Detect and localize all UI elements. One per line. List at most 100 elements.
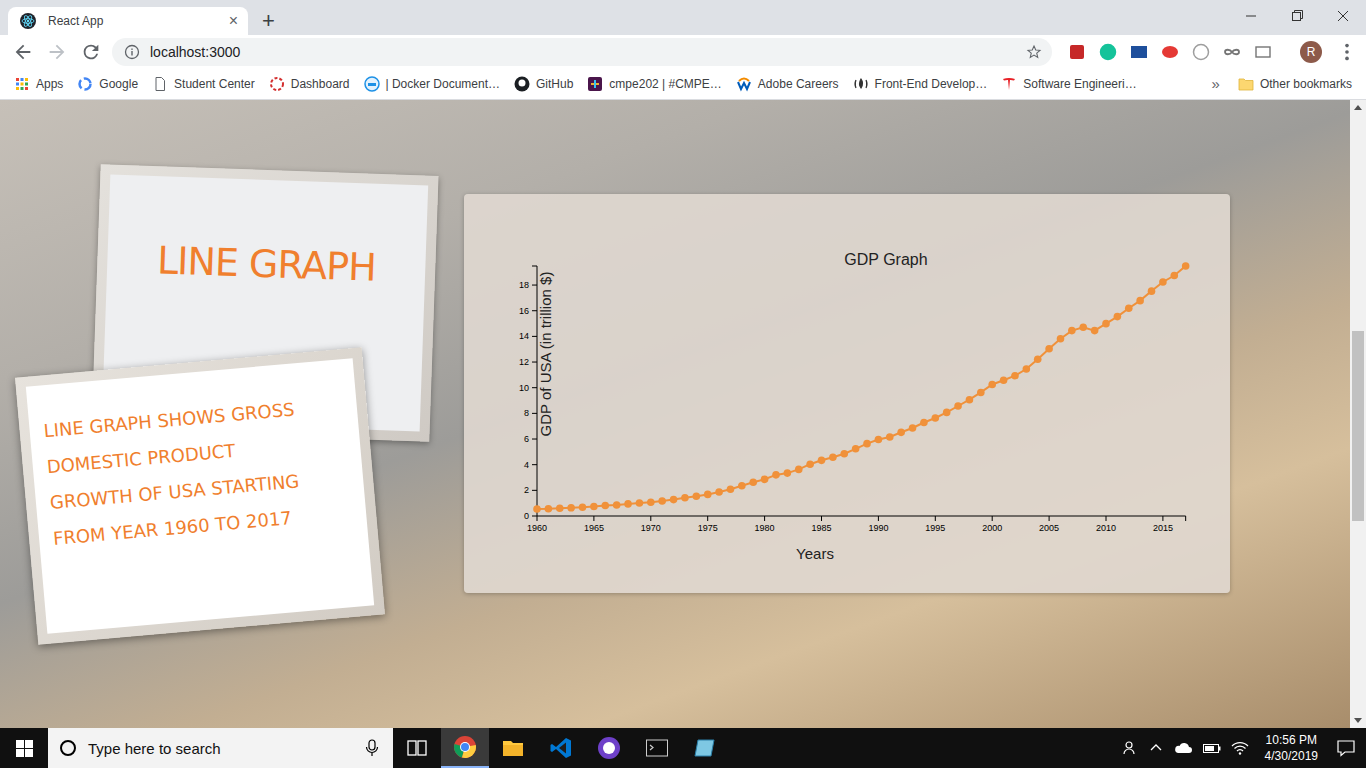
data-point[interactable] (943, 409, 951, 417)
taskbar-app[interactable] (585, 728, 633, 768)
data-point[interactable] (693, 492, 701, 500)
bookmark[interactable]: GitHub (514, 76, 573, 92)
data-point[interactable] (704, 491, 712, 499)
address-bar[interactable]: localhost:3000 (112, 38, 1052, 66)
data-point[interactable] (1102, 320, 1110, 328)
data-point[interactable] (715, 488, 723, 496)
data-point[interactable] (852, 445, 860, 453)
data-point[interactable] (727, 485, 735, 493)
data-point[interactable] (636, 499, 644, 507)
bookmark[interactable]: Google (77, 76, 138, 92)
taskbar-app[interactable] (537, 728, 585, 768)
battery-icon[interactable] (1202, 740, 1222, 756)
more-bookmarks-button[interactable]: » (1212, 75, 1220, 92)
close-icon[interactable] (1320, 0, 1366, 32)
people-icon[interactable] (1123, 740, 1139, 756)
data-point[interactable] (1114, 313, 1122, 321)
data-point[interactable] (1091, 327, 1099, 335)
data-point[interactable] (590, 503, 598, 511)
forward-arrow-icon[interactable] (44, 39, 70, 65)
data-point[interactable] (784, 469, 792, 477)
data-point[interactable] (647, 498, 655, 506)
data-point[interactable] (818, 457, 826, 465)
data-point[interactable] (897, 429, 905, 437)
bookmark[interactable]: | Docker Document… (364, 76, 501, 92)
data-point[interactable] (886, 433, 894, 441)
data-point[interactable] (863, 440, 871, 448)
chevron-up-icon[interactable] (1148, 740, 1164, 756)
cloud-icon[interactable] (1173, 740, 1193, 756)
data-point[interactable] (988, 381, 996, 389)
data-point[interactable] (658, 497, 666, 505)
data-point[interactable] (1045, 345, 1053, 353)
data-point[interactable] (1159, 278, 1167, 286)
data-point[interactable] (932, 414, 940, 422)
data-point[interactable] (601, 502, 609, 510)
data-point[interactable] (533, 505, 541, 513)
data-point[interactable] (545, 505, 553, 513)
data-point[interactable] (1182, 262, 1190, 270)
bookmark[interactable]: Adobe Careers (736, 76, 839, 92)
data-point[interactable] (1000, 376, 1008, 384)
data-point[interactable] (670, 496, 678, 504)
taskbar-app[interactable] (393, 728, 441, 768)
data-point[interactable] (738, 482, 746, 490)
notification-button[interactable] (1326, 728, 1366, 768)
data-point[interactable] (806, 460, 814, 468)
bookmark[interactable]: Student Center (152, 76, 255, 92)
data-point[interactable] (977, 389, 985, 397)
new-tab-button[interactable]: + (262, 10, 275, 32)
bookmark[interactable]: Software Engineeri… (1001, 76, 1136, 92)
minimize-icon[interactable] (1228, 0, 1274, 32)
taskbar-app[interactable] (633, 728, 681, 768)
data-point[interactable] (829, 453, 837, 461)
data-point[interactable] (1011, 372, 1019, 380)
profile-avatar[interactable]: R (1300, 41, 1322, 63)
extension-icon[interactable] (1130, 43, 1148, 61)
data-point[interactable] (624, 500, 632, 508)
search-box[interactable]: Type here to search (48, 728, 393, 768)
data-point[interactable] (795, 466, 803, 474)
data-point[interactable] (613, 501, 621, 509)
data-point[interactable] (909, 424, 917, 432)
extension-icon[interactable] (1161, 43, 1179, 61)
data-point[interactable] (954, 402, 962, 410)
data-point[interactable] (1057, 335, 1065, 343)
data-point[interactable] (681, 494, 689, 502)
scrollbar-thumb[interactable] (1352, 331, 1364, 522)
info-icon[interactable] (124, 44, 140, 60)
scroll-down-icon[interactable] (1350, 712, 1366, 728)
data-point[interactable] (966, 396, 974, 404)
extension-icon[interactable] (1254, 43, 1272, 61)
reload-icon[interactable] (78, 39, 104, 65)
extension-icon[interactable] (1099, 43, 1117, 61)
taskbar-app[interactable] (489, 728, 537, 768)
extension-icon[interactable] (1192, 43, 1210, 61)
data-point[interactable] (1125, 304, 1133, 312)
taskbar-app[interactable] (681, 728, 729, 768)
wifi-icon[interactable] (1231, 740, 1249, 756)
back-arrow-icon[interactable] (10, 39, 36, 65)
other-bookmarks[interactable]: Other bookmarks (1238, 76, 1352, 92)
bookmark[interactable]: Dashboard (269, 76, 350, 92)
tab-close-button[interactable]: × (229, 13, 238, 29)
data-point[interactable] (567, 504, 575, 512)
data-point[interactable] (761, 476, 769, 484)
data-point[interactable] (556, 504, 564, 512)
data-point[interactable] (1170, 272, 1178, 280)
data-point[interactable] (840, 450, 848, 458)
data-point[interactable] (875, 436, 883, 444)
scrollbar[interactable] (1350, 100, 1366, 728)
data-point[interactable] (579, 503, 587, 511)
restore-icon[interactable] (1274, 0, 1320, 32)
extension-icon[interactable] (1068, 43, 1086, 61)
data-point[interactable] (1136, 297, 1144, 305)
bookmark[interactable]: Front-End Develop… (853, 76, 988, 92)
data-point[interactable] (772, 471, 780, 479)
data-point[interactable] (749, 478, 757, 486)
data-point[interactable] (920, 419, 928, 427)
extension-icon[interactable] (1223, 43, 1241, 61)
bookmark[interactable]: Apps (14, 76, 63, 92)
address-text[interactable]: localhost:3000 (150, 44, 240, 60)
microphone-icon[interactable] (365, 739, 379, 757)
